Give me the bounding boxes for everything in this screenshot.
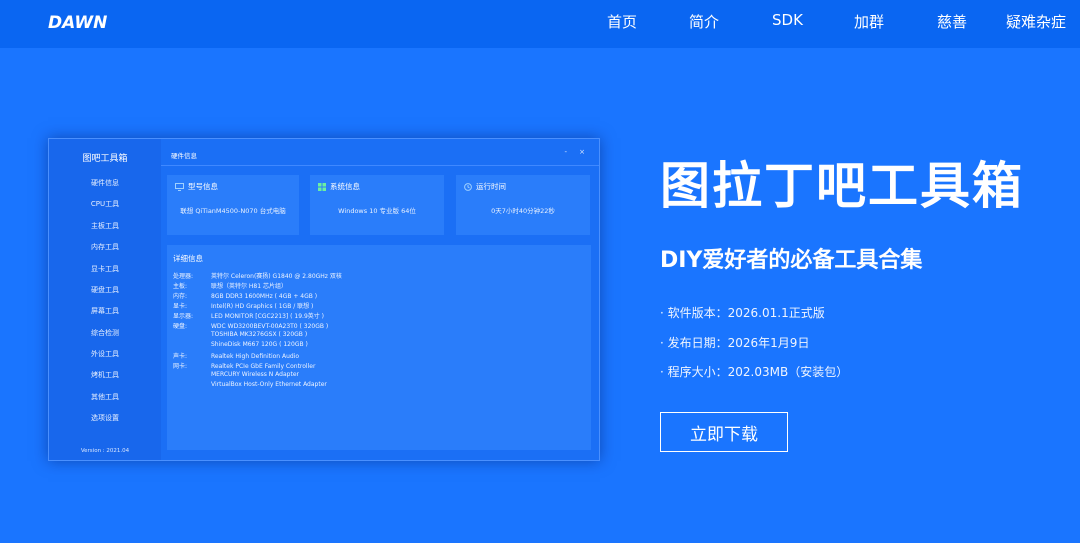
detail-value: VirtualBox Host-Only Ethernet Adapter <box>211 381 327 388</box>
monitor-icon <box>175 182 184 191</box>
close-icon: × <box>579 148 585 156</box>
detail-label: 内存: <box>173 293 188 300</box>
detail-value: TOSHIBA MK3276GSX ( 320GB ) <box>211 331 308 338</box>
detail-row: 内存: 8GB DDR3 1600MHz ( 4GB + 4GB ) <box>173 291 317 300</box>
detail-label: 处理器: <box>173 273 194 280</box>
detail-title: 详细信息 <box>173 254 203 263</box>
preview-sidebar-item: 硬件信息 <box>91 179 119 187</box>
preview-sidebar: 图吧工具箱 硬件信息 CPU工具 主板工具 内存工具 显卡工具 硬盘工具 屏幕工… <box>49 139 161 460</box>
nav-item-home[interactable]: 首页 <box>607 11 637 32</box>
detail-row: 显卡: Intel(R) HD Graphics ( 1GB / 联想 ) <box>173 301 313 310</box>
detail-value: MERCURY Wireless N Adapter <box>211 371 299 378</box>
detail-label: 主板: <box>173 283 188 290</box>
detail-row: 显示器: LED MONITOR [CGC2213] ( 19.9英寸 ) <box>173 311 324 320</box>
detail-value: Intel(R) HD Graphics ( 1GB / 联想 ) <box>211 303 314 310</box>
detail-value: ShineDisk M667 120G ( 120GB ) <box>211 341 308 348</box>
preview-sidebar-item: 选项设置 <box>91 414 119 422</box>
detail-row: 网卡: Realtek PCIe GbE Family Controller <box>173 361 315 370</box>
windows-icon <box>318 182 326 191</box>
system-info-card: 系统信息 Windows 10 专业版 64位 <box>310 175 444 235</box>
preview-sidebar-item: 内存工具 <box>91 243 119 251</box>
detail-value: 英特尔 Celeron(赛扬) G1840 @ 2.80GHz 双核 <box>211 273 342 280</box>
detail-row: 主板: 联想（英特尔 H81 芯片组） <box>173 281 287 290</box>
detail-value: WDC WD3200BEVT-00A23T0 ( 320GB ) <box>211 323 329 330</box>
card-value: Windows 10 专业版 64位 <box>338 207 416 215</box>
detail-panel: 详细信息 处理器: 英特尔 Celeron(赛扬) G1840 @ 2.80GHz… <box>167 245 591 450</box>
preview-sidebar-item: 其他工具 <box>91 393 119 401</box>
detail-value: LED MONITOR [CGC2213] ( 19.9英寸 ) <box>211 313 325 320</box>
dawn-logo[interactable]: DAWN <box>48 12 112 32</box>
nav-item-charity[interactable]: 慈善 <box>937 11 967 32</box>
preview-divider <box>161 165 599 166</box>
detail-row: VirtualBox Host-Only Ethernet Adapter <box>173 381 327 388</box>
detail-label: 硬盘: <box>173 323 188 330</box>
release-date: · 发布日期：2026年1月9日 <box>660 336 810 350</box>
detail-row: 声卡: Realtek High Definition Audio <box>173 351 299 360</box>
preview-sidebar-item: 屏幕工具 <box>91 307 119 315</box>
hero-subtitle: DIY爱好者的必备工具合集 <box>660 248 923 273</box>
detail-row: TOSHIBA MK3276GSX ( 320GB ) <box>173 331 307 338</box>
nav-item-sdk[interactable]: SDK <box>772 11 803 29</box>
card-title: 型号信息 <box>188 182 218 191</box>
nav-item-troubleshooting[interactable]: 疑难杂症 <box>1006 11 1066 32</box>
preview-brand: 图吧工具箱 <box>82 154 128 164</box>
detail-label: 网卡: <box>173 363 188 370</box>
nav-item-join-group[interactable]: 加群 <box>854 11 884 32</box>
detail-row: ShineDisk M667 120G ( 120GB ) <box>173 341 308 348</box>
model-info-card: 型号信息 联想 QiTianM4500-N070 台式电脑 <box>167 175 299 235</box>
card-title: 运行时间 <box>476 182 506 191</box>
detail-row: 处理器: 英特尔 Celeron(赛扬) G1840 @ 2.80GHz 双核 <box>173 271 342 280</box>
download-button[interactable]: 立即下载 <box>660 412 788 452</box>
detail-label: 显卡: <box>173 303 188 310</box>
detail-value: 联想（英特尔 H81 芯片组） <box>211 283 287 290</box>
preview-sidebar-item: 硬盘工具 <box>91 286 119 294</box>
hero-title: 图拉丁吧工具箱 <box>660 157 1024 215</box>
preview-main: 硬件信息 - × 型号信息 联想 QiTianM4500-N070 台式电脑 系… <box>161 139 599 460</box>
preview-sidebar-item: 外设工具 <box>91 350 119 358</box>
card-title: 系统信息 <box>330 182 360 191</box>
detail-row: MERCURY Wireless N Adapter <box>173 371 299 378</box>
preview-sidebar-item: 显卡工具 <box>91 265 119 273</box>
preview-sidebar-item: 主板工具 <box>91 222 119 230</box>
detail-row: 硬盘: WDC WD3200BEVT-00A23T0 ( 320GB ) <box>173 321 328 330</box>
software-preview: 图吧工具箱 硬件信息 CPU工具 主板工具 内存工具 显卡工具 硬盘工具 屏幕工… <box>48 138 600 461</box>
detail-value: Realtek High Definition Audio <box>211 353 300 360</box>
software-version: · 软件版本：2026.01.1正式版 <box>660 306 825 320</box>
uptime-card: 运行时间 0天7小时40分钟22秒 <box>456 175 590 235</box>
detail-label: 声卡: <box>173 353 188 360</box>
detail-value: Realtek PCIe GbE Family Controller <box>211 363 316 370</box>
card-value: 0天7小时40分钟22秒 <box>491 207 555 215</box>
detail-label: 显示器: <box>173 313 194 320</box>
card-value: 联想 QiTianM4500-N070 台式电脑 <box>180 207 286 215</box>
preview-version: Version : 2021.04 <box>80 448 130 454</box>
preview-sidebar-item: CPU工具 <box>90 200 120 208</box>
top-nav: DAWN 首页 简介 SDK 加群 慈善 疑难杂症 <box>0 0 1080 48</box>
minimize-icon: - <box>564 148 567 156</box>
detail-value: 8GB DDR3 1600MHz ( 4GB + 4GB ) <box>211 293 318 300</box>
preview-sidebar-item: 烤机工具 <box>91 371 119 379</box>
clock-icon <box>464 182 472 191</box>
nav-item-intro[interactable]: 简介 <box>689 11 719 32</box>
program-size: · 程序大小：202.03MB（安装包） <box>660 365 849 379</box>
preview-sidebar-item: 综合检测 <box>91 329 119 337</box>
logo-text: DAWN <box>48 13 107 32</box>
preview-window-title: 硬件信息 <box>171 152 197 160</box>
